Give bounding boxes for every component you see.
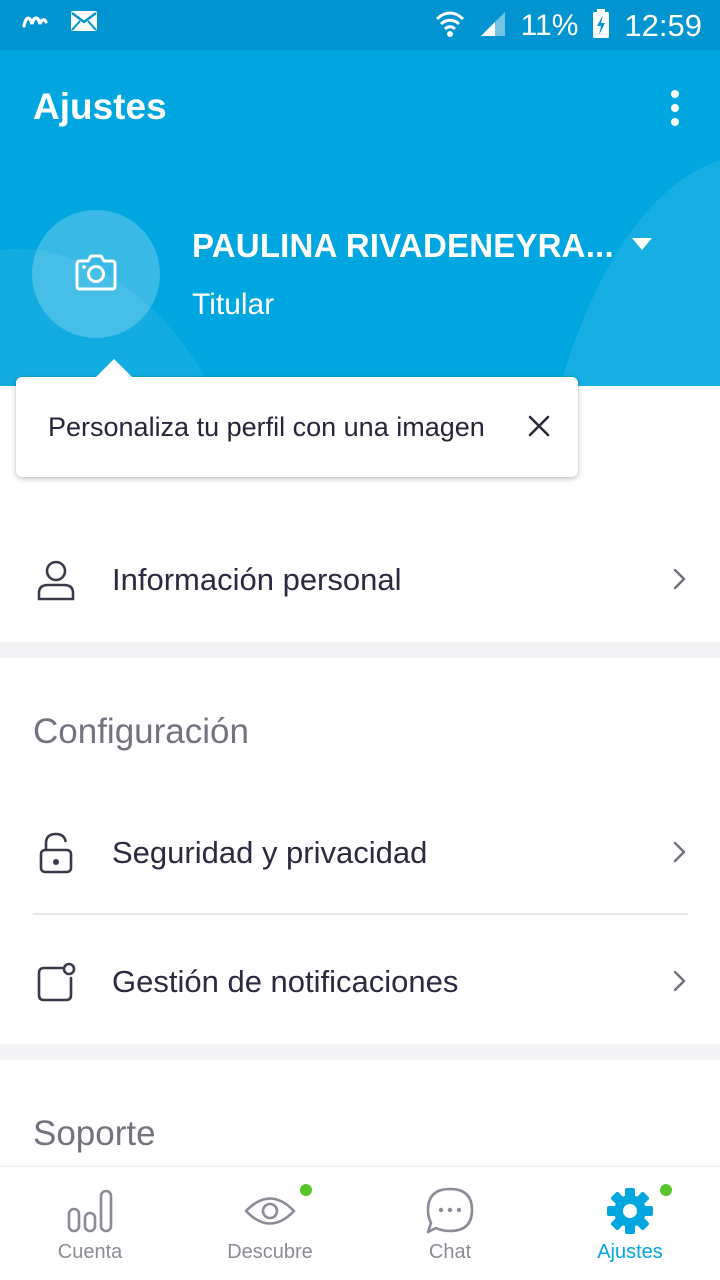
nav-label: Chat xyxy=(428,1241,472,1263)
new-badge-dot xyxy=(660,1184,672,1196)
more-vert-icon-dot xyxy=(671,118,679,126)
nav-tab-descubre[interactable]: Descubre xyxy=(180,1167,360,1280)
battery-charging-icon xyxy=(592,8,610,44)
chevron-right-icon xyxy=(672,970,688,992)
section-separator xyxy=(0,1044,720,1060)
chevron-right-icon xyxy=(672,568,688,590)
section-title-configuracion: Configuración xyxy=(33,712,249,751)
nav-label: Descubre xyxy=(227,1241,313,1263)
notification-icon xyxy=(34,960,78,1004)
chat-bubble-icon xyxy=(422,1183,478,1239)
close-icon[interactable] xyxy=(528,415,550,437)
avatar[interactable] xyxy=(32,210,160,338)
profile-image-tooltip: Personaliza tu perfil con una imagen xyxy=(16,359,578,477)
gear-icon xyxy=(602,1183,658,1239)
more-options-button[interactable] xyxy=(660,88,690,128)
tooltip-text: Personaliza tu perfil con una imagen xyxy=(48,411,485,442)
bar-chart-icon xyxy=(62,1183,118,1239)
eye-icon xyxy=(242,1183,298,1239)
more-vert-icon-dot xyxy=(671,90,679,98)
carrier-logo-icon xyxy=(22,12,48,35)
personal-info-item[interactable]: Información personal xyxy=(0,520,720,640)
lock-icon xyxy=(34,831,78,875)
status-bar: 11% 12:59 xyxy=(0,0,720,50)
more-vert-icon-dot xyxy=(671,104,679,112)
notification-management-label: Gestión de notificaciones xyxy=(112,964,459,999)
nav-tab-chat[interactable]: Chat xyxy=(360,1167,540,1280)
battery-percent: 11% xyxy=(520,9,579,42)
section-separator xyxy=(0,642,720,658)
profile-role: Titular xyxy=(192,288,275,321)
chevron-right-icon xyxy=(672,841,688,863)
nav-tab-ajustes[interactable]: Ajustes xyxy=(540,1167,720,1280)
signal-icon xyxy=(479,10,507,43)
nav-label: Ajustes xyxy=(597,1241,663,1263)
nav-label: Cuenta xyxy=(57,1241,123,1263)
personal-info-label: Información personal xyxy=(112,562,402,597)
notification-management-item[interactable]: Gestión de notificaciones xyxy=(0,920,720,1040)
mail-icon xyxy=(70,10,98,37)
profile-header: Ajustes PAULINA RIVADENEYRA... Titular xyxy=(0,50,720,386)
security-privacy-label: Seguridad y privacidad xyxy=(112,835,428,870)
profile-name: PAULINA RIVADENEYRA... xyxy=(192,227,614,264)
security-privacy-item[interactable]: Seguridad y privacidad xyxy=(0,795,720,910)
new-badge-dot xyxy=(300,1184,312,1196)
profile-selector[interactable]: PAULINA RIVADENEYRA... xyxy=(192,227,652,265)
tooltip-arrow xyxy=(96,359,132,377)
section-title-soporte: Soporte xyxy=(33,1114,156,1153)
list-divider xyxy=(33,913,688,915)
page-title: Ajustes xyxy=(33,86,167,127)
user-icon xyxy=(34,558,78,602)
settings-screen: 11% 12:59 Ajustes PAULINA RIVADENEYRA...… xyxy=(0,0,720,1280)
nav-tab-cuenta[interactable]: Cuenta xyxy=(0,1167,180,1280)
caret-down-icon xyxy=(631,237,652,255)
bottom-navigation: Cuenta Descubre Chat Ajustes xyxy=(0,1166,720,1280)
wifi-icon xyxy=(435,9,465,44)
camera-icon xyxy=(75,253,117,296)
status-time: 12:59 xyxy=(624,8,702,43)
